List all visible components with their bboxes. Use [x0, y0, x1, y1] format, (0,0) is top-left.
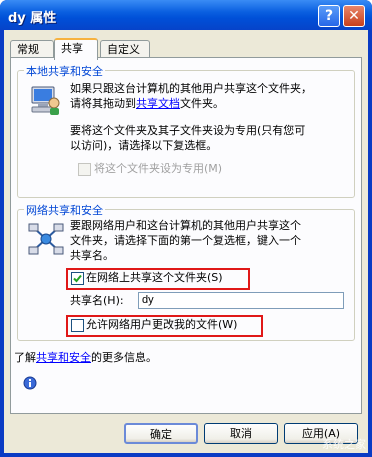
private-folder-checkbox[interactable] — [78, 163, 91, 176]
dialog-client: 常规 共享 自定义 本地共享和安全 如果只跟这台计算机的其他用户共享这个文件夹，… — [4, 30, 368, 453]
tab-sharing[interactable]: 共享 — [54, 38, 98, 60]
tab-customize[interactable]: 自定义 — [100, 40, 150, 58]
share-name-label: 共享名(H): — [70, 294, 124, 307]
network-sharing-line2: 文件夹，请选择下面的第一个复选框，键入一个 — [70, 234, 301, 247]
shared-documents-link[interactable]: 共享文档 — [136, 97, 180, 110]
window-title: dy 属性 — [8, 11, 57, 26]
computer-user-icon — [31, 86, 60, 115]
properties-window: dy 属性 ? ✕ 常规 共享 自定义 本地共享和安全 如果只跟这台计算机的其他… — [0, 0, 372, 457]
share-on-network-label[interactable]: 在网络上共享这个文件夹(S) — [86, 270, 223, 285]
watermark-text: 系统之家 — [322, 438, 366, 451]
info-icon — [23, 376, 37, 390]
close-button[interactable]: ✕ — [343, 5, 365, 27]
local-sharing-title: 本地共享和安全 — [24, 63, 105, 79]
network-icon — [28, 223, 64, 255]
local-sharing-line3: 要将这个文件夹及其子文件夹设为专用(只有您可 — [70, 124, 306, 137]
local-sharing-line2: 请将其拖动到共享文档文件夹。 — [70, 96, 224, 111]
share-name-input[interactable] — [138, 292, 344, 309]
cancel-button[interactable]: 取消 — [204, 423, 278, 444]
sharing-security-link[interactable]: 共享和安全 — [36, 351, 91, 364]
allow-change-label[interactable]: 允许网络用户更改我的文件(W) — [86, 317, 237, 332]
learn-more-suffix: 的更多信息。 — [91, 351, 157, 364]
ok-button[interactable]: 确定 — [124, 423, 198, 444]
local-sharing-line4: 以访问)，请选择以下复选框。 — [70, 139, 218, 152]
share-on-network-checkbox[interactable] — [71, 272, 84, 285]
learn-more-prefix: 了解 — [14, 351, 36, 364]
local-sharing-line2-suffix: 文件夹。 — [180, 97, 224, 110]
local-sharing-line2-prefix: 请将其拖动到 — [70, 97, 136, 110]
network-sharing-group: 网络共享和安全 要跟网络用户和这台计算机的其他用户共享这个 文件夹，请选择下面的… — [17, 202, 355, 341]
sharing-panel: 本地共享和安全 如果只跟这台计算机的其他用户共享这个文件夹， 请将其拖动到共享文… — [10, 57, 362, 414]
checkmark-icon — [73, 274, 82, 283]
network-sharing-line1: 要跟网络用户和这台计算机的其他用户共享这个 — [70, 219, 301, 232]
private-folder-label: 将这个文件夹设为专用(M) — [94, 162, 223, 175]
network-sharing-line3: 共享名。 — [70, 249, 114, 262]
network-sharing-title: 网络共享和安全 — [24, 202, 105, 218]
tab-general[interactable]: 常规 — [10, 40, 54, 58]
learn-more-text: 了解共享和安全的更多信息。 — [14, 350, 157, 365]
title-bar[interactable]: dy 属性 ? ✕ — [0, 0, 372, 30]
allow-change-checkbox[interactable] — [71, 319, 84, 332]
local-sharing-group: 本地共享和安全 如果只跟这台计算机的其他用户共享这个文件夹， 请将其拖动到共享文… — [17, 63, 355, 198]
help-button[interactable]: ? — [318, 5, 340, 27]
local-sharing-line1: 如果只跟这台计算机的其他用户共享这个文件夹， — [70, 82, 312, 95]
